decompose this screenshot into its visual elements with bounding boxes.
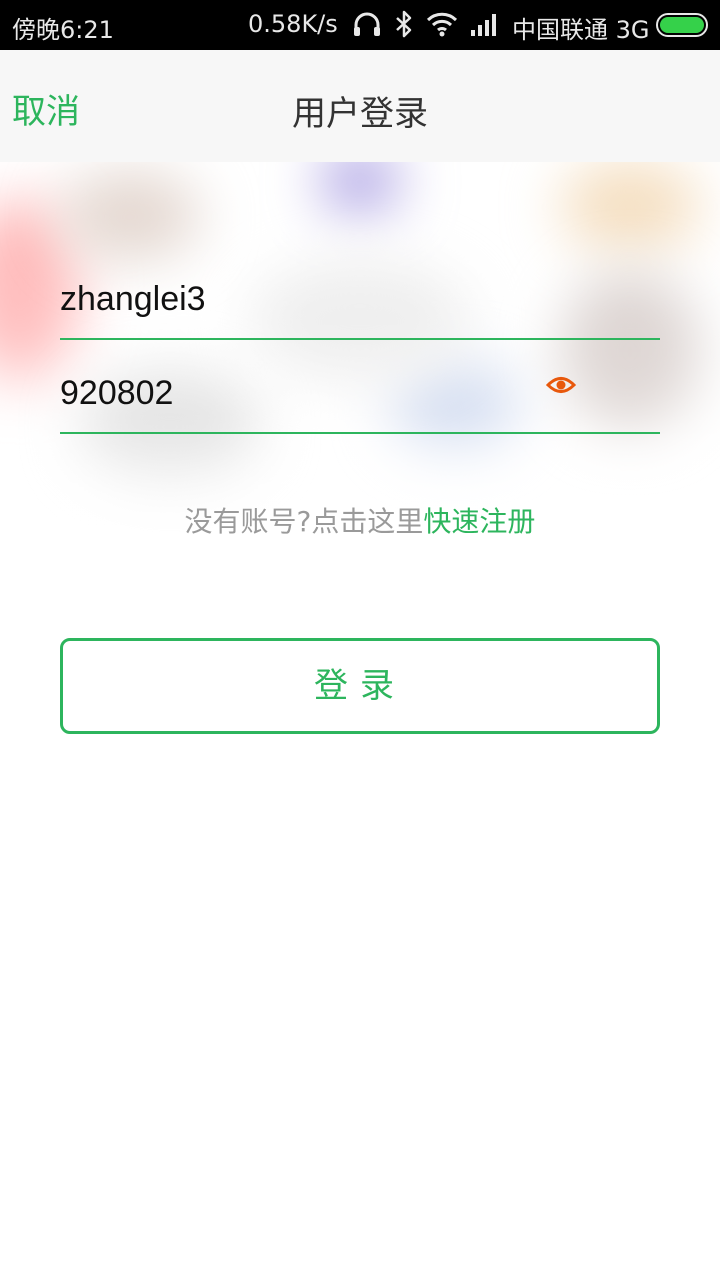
- headphones-icon: [352, 9, 382, 39]
- username-field: [60, 248, 660, 340]
- login-button[interactable]: 登录: [60, 638, 660, 734]
- quick-register-link[interactable]: 快速注册: [423, 505, 535, 538]
- username-input[interactable]: [60, 274, 520, 324]
- battery-level: [660, 17, 704, 33]
- register-prompt-text: 没有账号?点击这里: [184, 505, 424, 538]
- app-header: 取消 用户登录: [0, 50, 720, 162]
- register-prompt: 没有账号?点击这里快速注册: [0, 500, 720, 540]
- signal-icon: [470, 9, 500, 39]
- bluetooth-icon: [394, 9, 414, 39]
- password-input[interactable]: [60, 368, 520, 418]
- wifi-icon: [426, 9, 458, 39]
- eye-icon[interactable]: [545, 372, 577, 398]
- page-title: 用户登录: [292, 94, 428, 134]
- status-time: 傍晚6:21: [12, 16, 114, 44]
- battery-icon: [656, 13, 708, 37]
- network-speed: 0.58K/s: [248, 10, 338, 38]
- carrier-label: 中国联通 3G: [512, 16, 650, 44]
- password-field: [60, 342, 660, 434]
- status-bar: 傍晚6:21 0.58K/s 中国联通 3G: [0, 0, 720, 50]
